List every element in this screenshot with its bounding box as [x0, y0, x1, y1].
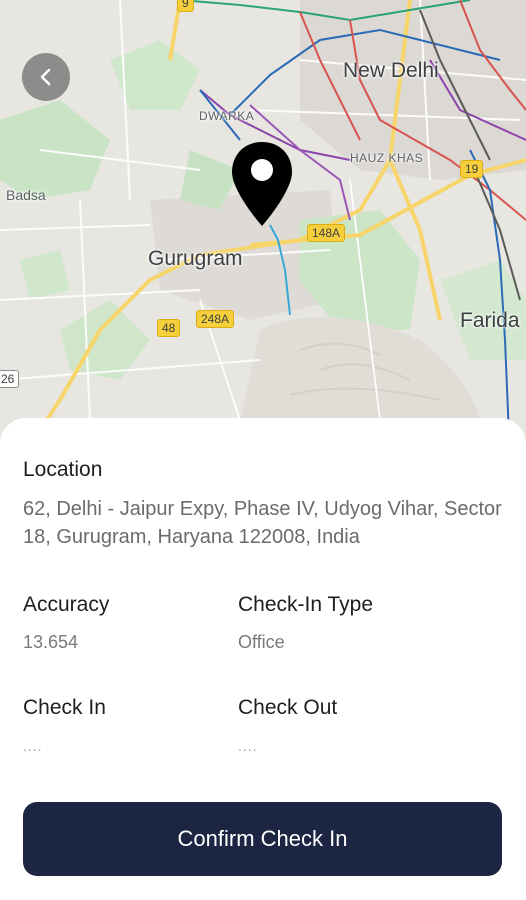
highway-shield-48: 48	[157, 319, 181, 337]
check-in-label: Check In	[23, 696, 106, 719]
arrow-left-icon	[40, 68, 51, 86]
map-label-gurugram: Gurugram	[148, 247, 243, 270]
location-value: 62, Delhi - Jaipur Expy, Phase IV, Udyog…	[23, 498, 502, 548]
highway-shield-26: 26	[0, 370, 20, 388]
check-out-value: ....	[238, 738, 258, 754]
map-view[interactable]: New Delhi DWARKA HAUZ KHAS Badsa Gurugra…	[0, 0, 526, 460]
map-label-faridabad: Farida	[460, 309, 520, 332]
map-label-dwarka: DWARKA	[199, 109, 255, 123]
check-in-value: ....	[23, 738, 43, 754]
check-in-type-value: Office	[238, 632, 285, 652]
location-label: Location	[23, 458, 103, 481]
map-label-badsa: Badsa	[6, 187, 46, 203]
check-out-label: Check Out	[238, 696, 338, 719]
highway-shield-248a: 248A	[196, 310, 235, 328]
highway-shield-9: 9	[177, 0, 194, 12]
highway-shield-148a: 148A	[307, 224, 346, 242]
accuracy-label: Accuracy	[23, 593, 110, 616]
map-pin-icon	[230, 140, 294, 230]
map-label-new-delhi: New Delhi	[343, 59, 439, 82]
check-in-type-label: Check-In Type	[238, 593, 374, 616]
map-label-hauz-khas: HAUZ KHAS	[350, 151, 424, 165]
back-button[interactable]	[22, 53, 70, 101]
accuracy-value: 13.654	[23, 632, 79, 652]
confirm-check-in-button[interactable]: Confirm Check In	[23, 802, 502, 876]
highway-shield-19: 19	[460, 160, 484, 178]
